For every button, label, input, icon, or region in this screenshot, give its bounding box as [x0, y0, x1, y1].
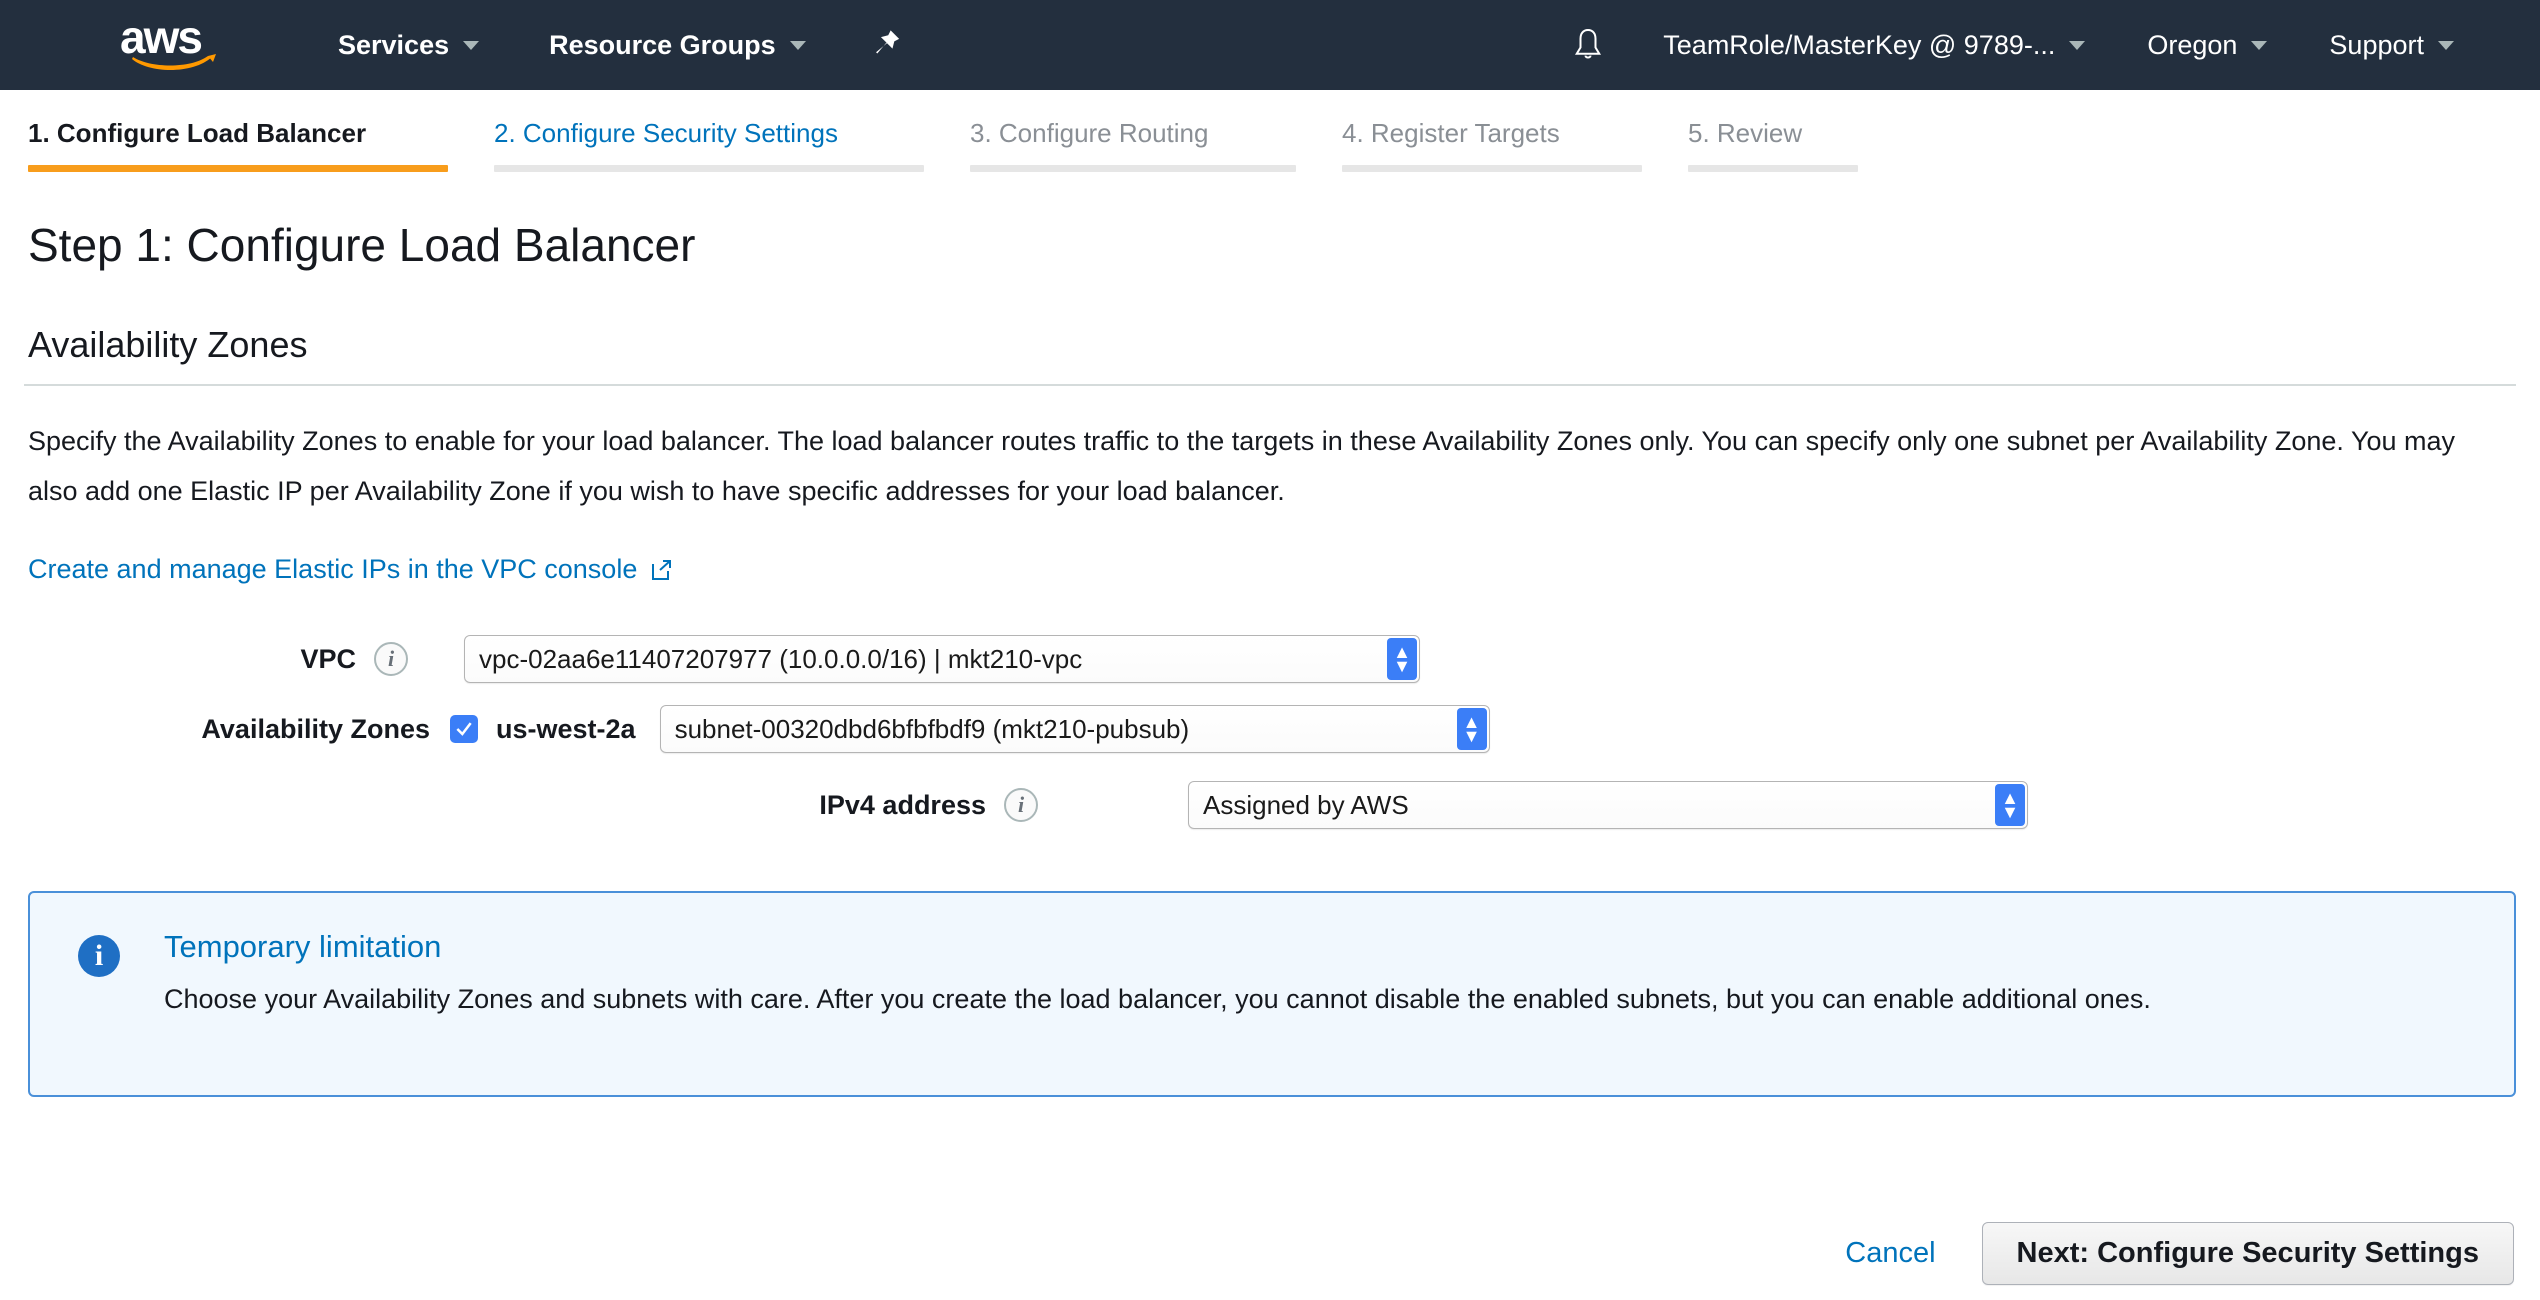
chevron-down-icon	[789, 40, 806, 50]
aws-logo-smile-icon	[132, 54, 216, 70]
chevron-down-icon: ▼	[2001, 802, 2019, 822]
select-stepper-icon[interactable]: ▲ ▼	[1387, 638, 1417, 680]
tab-label: 2. Configure Security Settings	[494, 118, 838, 148]
alert-body: Choose your Availability Zones and subne…	[164, 984, 2151, 1014]
tab-underline	[1342, 165, 1642, 172]
pin-icon[interactable]	[872, 28, 902, 62]
availability-zones-form: VPC i vpc-02aa6e11407207977 (10.0.0.0/16…	[0, 631, 2540, 829]
tab-underline	[494, 165, 924, 172]
tab-register-targets[interactable]: 4. Register Targets	[1342, 90, 1642, 172]
tab-configure-routing[interactable]: 3. Configure Routing	[970, 90, 1296, 172]
main-content: Step 1: Configure Load Balancer Availabi…	[0, 190, 2540, 1097]
select-stepper-icon[interactable]: ▲ ▼	[1995, 784, 2025, 826]
elastic-ip-console-link[interactable]: Create and manage Elastic IPs in the VPC…	[28, 554, 673, 585]
nav-region-label: Oregon	[2147, 29, 2238, 60]
vpc-row: VPC i vpc-02aa6e11407207977 (10.0.0.0/16…	[0, 631, 1420, 687]
subnet-select-value: subnet-00320dbd6bfbfbdf9 (mkt210-pubsub)	[674, 713, 1190, 744]
wizard-tab-bar: 1. Configure Load Balancer 2. Configure …	[0, 90, 2540, 190]
bell-icon[interactable]	[1573, 27, 1603, 63]
elastic-ip-console-link-label: Create and manage Elastic IPs in the VPC…	[28, 554, 638, 584]
nav-services[interactable]: Services	[338, 29, 480, 61]
chevron-down-icon	[2251, 40, 2268, 50]
availability-zones-label: Availability Zones	[201, 713, 430, 744]
aws-top-navigation: aws Services Resource Groups TeamRole/Ma…	[0, 0, 2540, 90]
availability-zones-row: Availability Zones us-west-2a subnet-003…	[0, 701, 1490, 757]
chevron-down-icon	[463, 40, 480, 50]
nav-account-label: TeamRole/MasterKey @ 9789-...	[1663, 29, 2056, 60]
ipv4-address-select-value: Assigned by AWS	[1203, 789, 1409, 820]
page-title: Step 1: Configure Load Balancer	[28, 219, 696, 271]
nav-support-menu[interactable]: Support	[2329, 30, 2454, 61]
tab-underline	[1688, 165, 1858, 172]
tab-label: 4. Register Targets	[1342, 118, 1560, 148]
tab-underline	[28, 165, 448, 172]
cancel-button[interactable]: Cancel	[1839, 1236, 1941, 1271]
alert-title: Temporary limitation	[164, 929, 442, 964]
nav-services-label: Services	[338, 29, 450, 60]
chevron-down-icon	[2438, 40, 2454, 50]
external-link-icon	[652, 559, 672, 580]
availability-zone-checkbox[interactable]	[450, 715, 478, 743]
tab-label: 1. Configure Load Balancer	[28, 118, 367, 148]
select-stepper-icon[interactable]: ▲ ▼	[1456, 708, 1487, 750]
chevron-down-icon: ▼	[1393, 656, 1411, 676]
nav-account-menu[interactable]: TeamRole/MasterKey @ 9789-...	[1663, 29, 2086, 61]
ipv4-address-select[interactable]: Assigned by AWS ▲ ▼	[1188, 781, 2028, 829]
vpc-select-value: vpc-02aa6e11407207977 (10.0.0.0/16) | mk…	[479, 643, 1083, 674]
temporary-limitation-alert: i Temporary limitation Choose your Avail…	[28, 891, 2516, 1097]
chevron-down-icon: ▼	[1462, 726, 1481, 746]
nav-resource-groups[interactable]: Resource Groups	[549, 30, 806, 61]
aws-logo[interactable]: aws	[120, 11, 228, 73]
tab-configure-load-balancer[interactable]: 1. Configure Load Balancer	[28, 90, 448, 172]
tab-label: 3. Configure Routing	[970, 118, 1209, 148]
nav-region-menu[interactable]: Oregon	[2147, 29, 2268, 61]
info-icon[interactable]: i	[1004, 788, 1038, 822]
aws-logo-wordmark: aws	[120, 11, 203, 63]
nav-resource-groups-label: Resource Groups	[549, 29, 776, 60]
wizard-footer: Cancel Next: Configure Security Settings	[0, 1206, 2540, 1300]
tab-configure-security-settings[interactable]: 2. Configure Security Settings	[494, 90, 924, 172]
alert-text-group: Temporary limitation Choose your Availab…	[164, 929, 2151, 1055]
section-divider	[24, 384, 2516, 386]
nav-right-group: TeamRole/MasterKey @ 9789-... Oregon Sup…	[1573, 27, 2454, 63]
next-button[interactable]: Next: Configure Security Settings	[1981, 1221, 2514, 1285]
subnet-select[interactable]: subnet-00320dbd6bfbfbdf9 (mkt210-pubsub)…	[659, 705, 1490, 753]
check-icon	[456, 722, 472, 736]
tab-review[interactable]: 5. Review	[1688, 90, 1858, 172]
vpc-label: VPC	[300, 643, 356, 674]
section-description: Specify the Availability Zones to enable…	[28, 426, 2456, 506]
tab-label: 5. Review	[1688, 118, 1803, 148]
availability-zone-name: us-west-2a	[496, 713, 636, 744]
info-filled-icon: i	[78, 935, 120, 977]
nav-support-label: Support	[2329, 29, 2424, 60]
vpc-select[interactable]: vpc-02aa6e11407207977 (10.0.0.0/16) | mk…	[464, 635, 1420, 683]
ipv4-address-row: IPv4 address i Assigned by AWS ▲ ▼	[0, 777, 2028, 833]
ipv4-address-label: IPv4 address	[819, 789, 986, 820]
chevron-down-icon	[2069, 40, 2086, 50]
info-icon[interactable]: i	[374, 642, 408, 676]
section-title: Availability Zones	[28, 324, 308, 365]
tab-underline	[970, 165, 1296, 172]
